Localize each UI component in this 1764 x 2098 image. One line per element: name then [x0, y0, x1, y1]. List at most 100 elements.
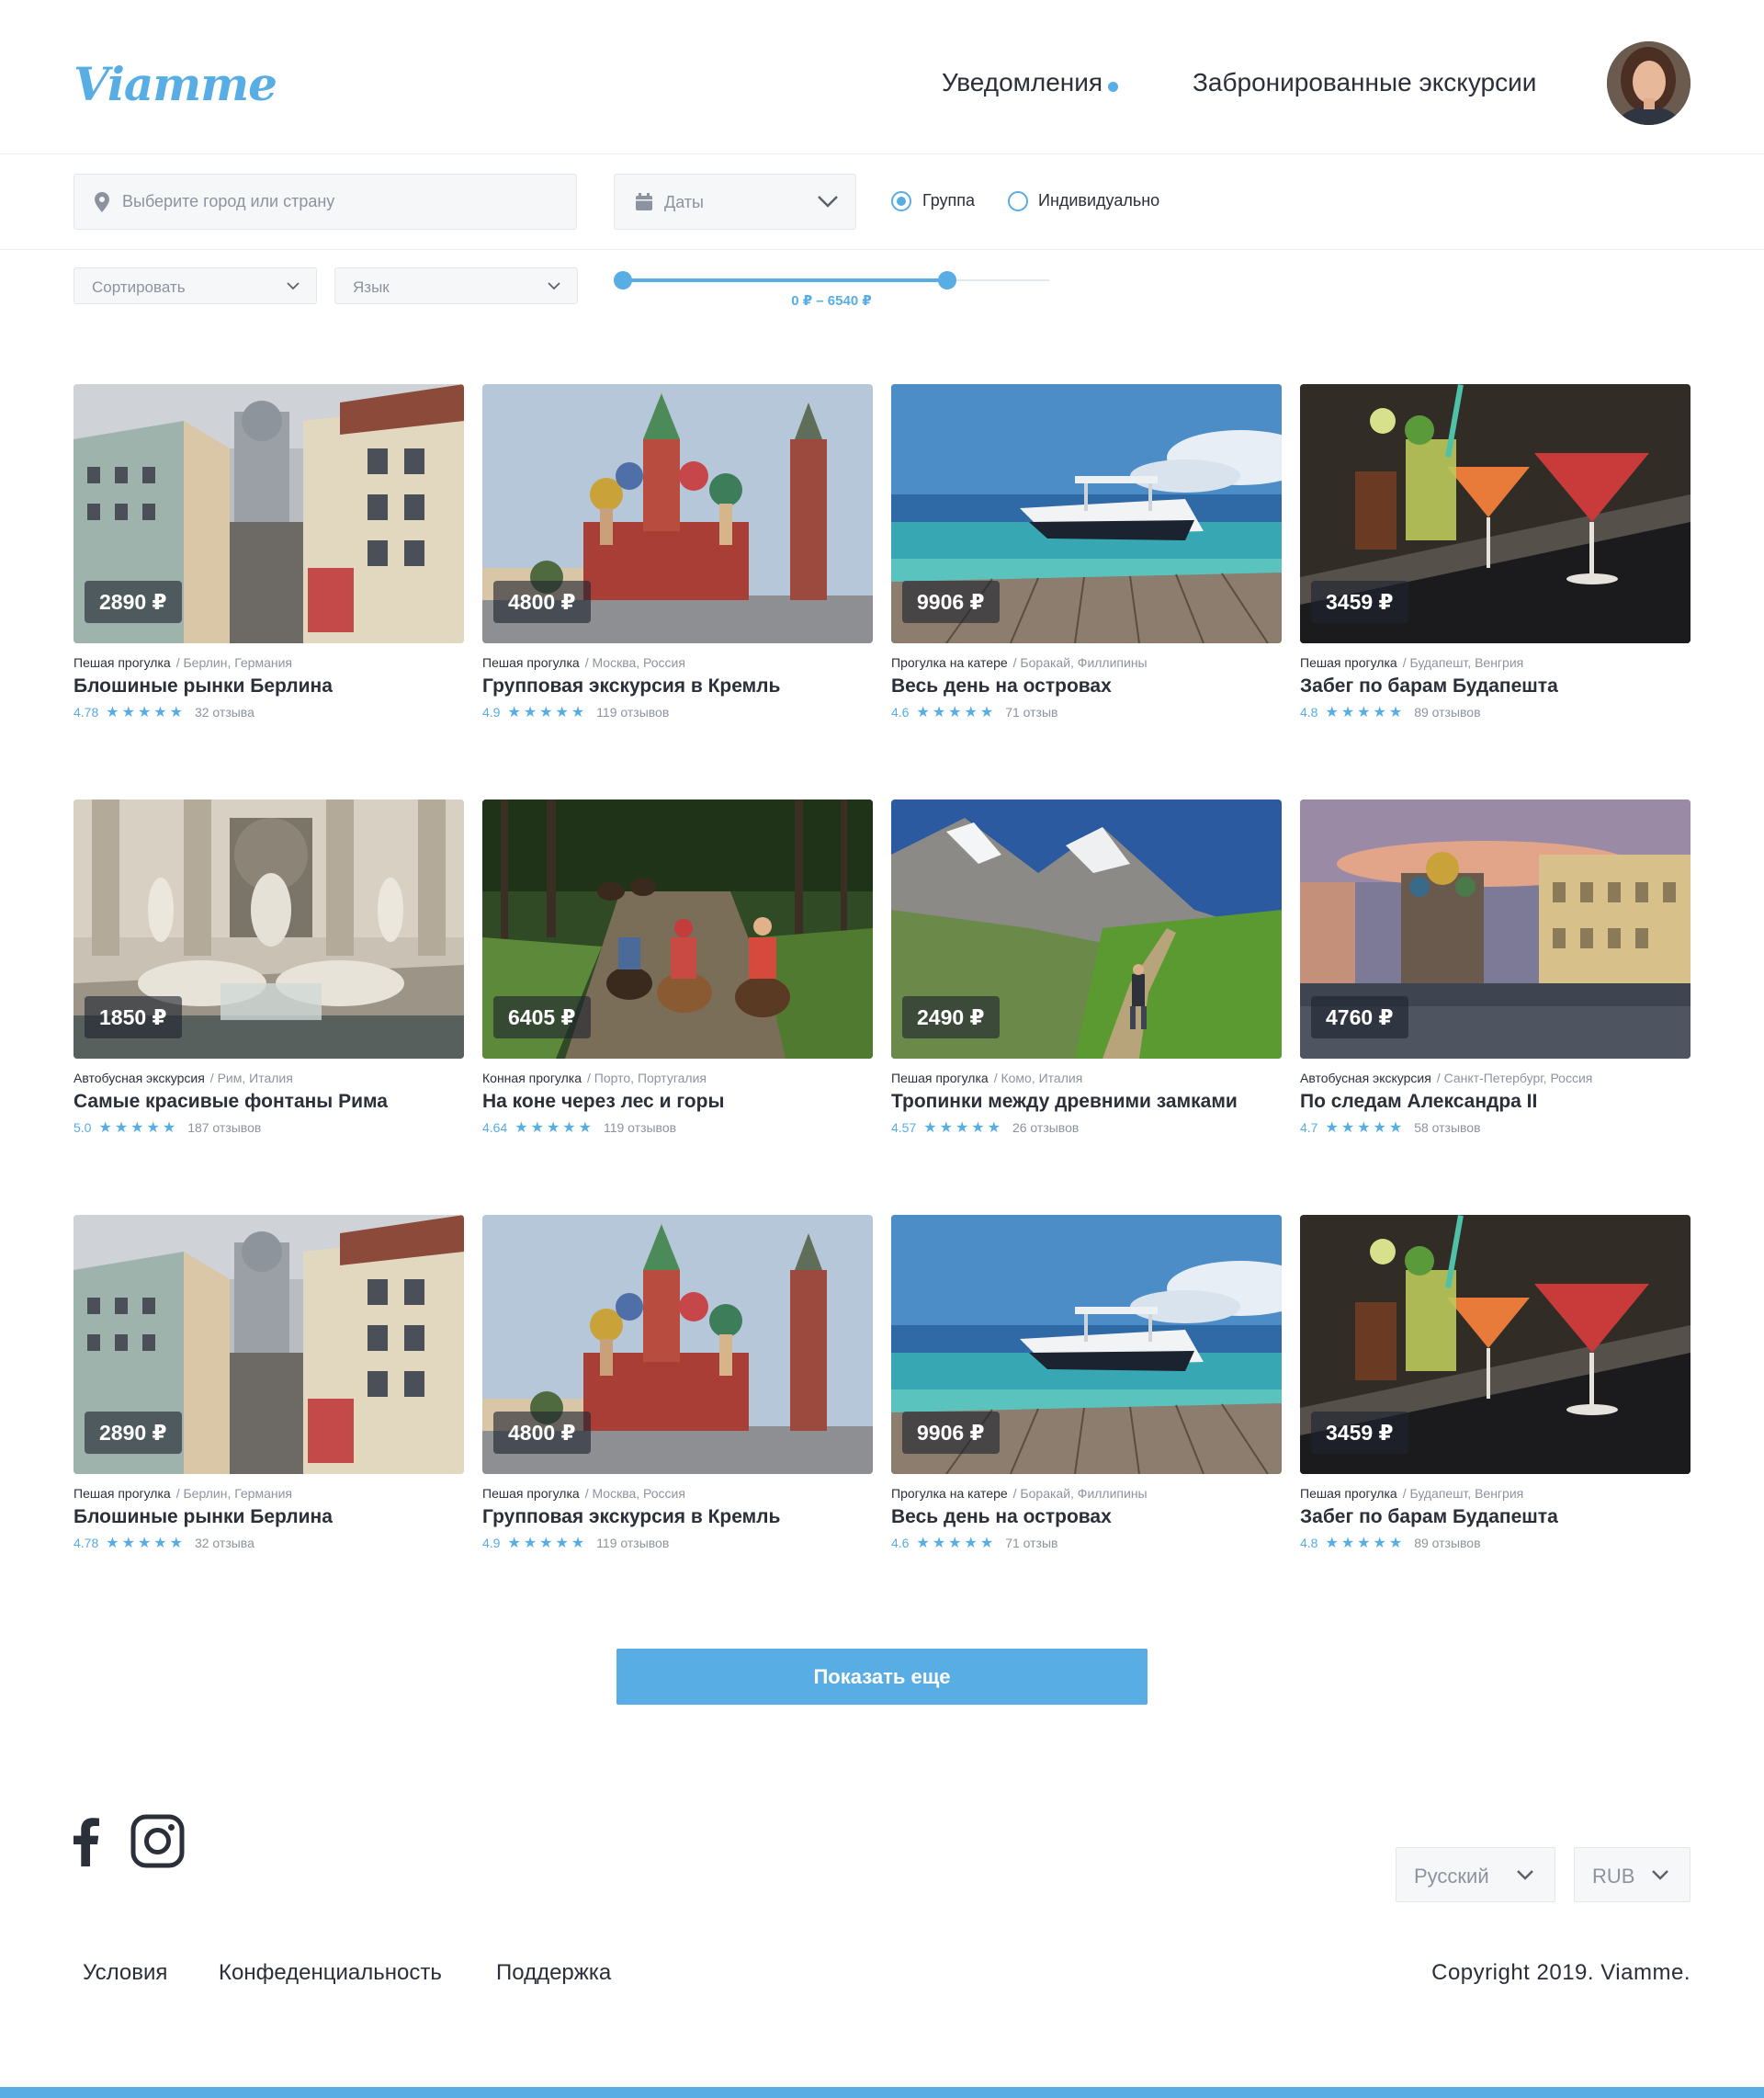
radio-group[interactable] — [891, 191, 911, 211]
review-count[interactable]: 26 отзывов — [1012, 1120, 1079, 1135]
footer-link-terms[interactable]: Условия — [83, 1960, 167, 1986]
avatar[interactable] — [1607, 41, 1690, 125]
sort-select[interactable]: Сортировать — [74, 267, 317, 304]
review-count[interactable]: 32 отзыва — [195, 1536, 254, 1550]
tour-image[interactable]: 2490 ₽ — [891, 800, 1282, 1059]
review-count[interactable]: 89 отзывов — [1414, 705, 1480, 720]
tour-image[interactable]: 4760 ₽ — [1300, 800, 1690, 1059]
footer-link-privacy[interactable]: Конфеденциальность — [219, 1960, 442, 1986]
dates-select[interactable]: Даты — [614, 174, 856, 230]
radio-group-label[interactable]: Группа — [922, 191, 975, 210]
tour-image[interactable]: 6405 ₽ — [482, 800, 873, 1059]
tour-rating: 4.9 ★★★★★ 119 отзывов — [482, 703, 669, 721]
price-slider-fill — [623, 278, 947, 282]
tour-title[interactable]: Тропинки между древними замками — [891, 1091, 1238, 1113]
tour-card[interactable]: 9906 ₽ Прогулка на катере / Боракай, Филли… — [891, 1215, 1282, 1551]
language-label: Язык — [353, 278, 390, 296]
show-more-button[interactable]: Показать еще — [616, 1649, 1148, 1705]
review-count[interactable]: 119 отзывов — [596, 705, 669, 720]
tour-card[interactable]: 3459 ₽ Пешая прогулка / Будапешт, Венгрия З… — [1300, 1215, 1690, 1551]
search-box[interactable] — [74, 174, 577, 230]
star-rating-icon: ★★★★★ — [923, 1120, 1003, 1136]
tour-image[interactable]: 1850 ₽ — [74, 800, 464, 1059]
facebook-icon[interactable] — [72, 1817, 99, 1866]
review-count[interactable]: 32 отзыва — [195, 705, 254, 720]
tour-title[interactable]: Самые красивые фонтаны Рима — [74, 1091, 388, 1113]
tour-rating: 4.8 ★★★★★ 89 отзывов — [1300, 1534, 1481, 1552]
tour-image[interactable]: 2890 ₽ — [74, 1215, 464, 1474]
tour-image[interactable]: 3459 ₽ — [1300, 384, 1690, 643]
tour-location: / Санкт-Петербург, Россия — [1436, 1071, 1593, 1085]
nav-notifications[interactable]: Уведомления — [942, 68, 1102, 97]
tour-title[interactable]: Блошиные рынки Берлина — [74, 675, 333, 697]
price-badge: 6405 ₽ — [493, 996, 591, 1038]
review-count[interactable]: 71 отзыв — [1005, 705, 1057, 720]
rating-value: 4.64 — [482, 1120, 508, 1135]
star-rating-icon: ★★★★★ — [916, 1536, 997, 1551]
rating-value: 5.0 — [74, 1120, 92, 1135]
footer-currency-select[interactable]: RUB — [1574, 1847, 1690, 1902]
price-badge: 3459 ₽ — [1311, 581, 1408, 623]
review-count[interactable]: 58 отзывов — [1414, 1120, 1480, 1135]
tour-image[interactable]: 2890 ₽ — [74, 384, 464, 643]
tour-image[interactable]: 3459 ₽ — [1300, 1215, 1690, 1474]
review-count[interactable]: 71 отзыв — [1005, 1536, 1057, 1550]
search-input[interactable] — [122, 175, 563, 229]
footer-language-select[interactable]: Русский — [1396, 1847, 1555, 1902]
tour-location: / Боракай, Филлипины — [1012, 1486, 1148, 1501]
review-count[interactable]: 119 отзывов — [596, 1536, 669, 1550]
tour-rating: 4.9 ★★★★★ 119 отзывов — [482, 1534, 669, 1552]
tour-image[interactable]: 9906 ₽ — [891, 384, 1282, 643]
logo[interactable]: Viamme — [74, 57, 277, 111]
tour-title[interactable]: На коне через лес и горы — [482, 1091, 724, 1113]
radio-individual[interactable] — [1008, 191, 1028, 211]
tour-title[interactable]: По следам Александра II — [1300, 1091, 1537, 1113]
tour-card[interactable]: 4760 ₽ Автобусная экскурсия / Санкт-Петерб… — [1300, 800, 1690, 1136]
rating-value: 4.57 — [891, 1120, 917, 1135]
review-count[interactable]: 119 отзывов — [604, 1120, 676, 1135]
price-slider-min-handle[interactable] — [614, 271, 632, 289]
price-slider-max-handle[interactable] — [937, 271, 956, 289]
tour-meta: Автобусная экскурсия / Санкт-Петербург, Р… — [1300, 1071, 1592, 1085]
star-rating-icon: ★★★★★ — [916, 705, 997, 720]
tour-type: Пешая прогулка — [1300, 655, 1397, 670]
tour-title[interactable]: Забег по барам Будапешта — [1300, 1506, 1558, 1528]
tour-title[interactable]: Групповая экскурсия в Кремль — [482, 675, 780, 697]
tour-card[interactable]: 4800 ₽ Пешая прогулка / Москва, Россия Груп… — [482, 384, 873, 720]
tour-type: Пешая прогулка — [482, 655, 580, 670]
tour-card[interactable]: 4800 ₽ Пешая прогулка / Москва, Россия Груп… — [482, 1215, 873, 1551]
tour-card[interactable]: 3459 ₽ Пешая прогулка / Будапешт, Венгрия З… — [1300, 384, 1690, 720]
tour-title[interactable]: Весь день на островах — [891, 675, 1112, 697]
tour-title[interactable]: Весь день на островах — [891, 1506, 1112, 1528]
footer-link-support[interactable]: Поддержка — [496, 1960, 611, 1986]
tour-image[interactable]: 9906 ₽ — [891, 1215, 1282, 1474]
instagram-icon[interactable] — [130, 1814, 185, 1868]
tour-type: Пешая прогулка — [74, 1486, 171, 1501]
star-rating-icon: ★★★★★ — [514, 1120, 594, 1136]
tour-location: / Берлин, Германия — [175, 655, 293, 670]
review-count[interactable]: 89 отзывов — [1414, 1536, 1480, 1550]
tour-title[interactable]: Забег по барам Будапешта — [1300, 675, 1558, 697]
price-badge: 2890 ₽ — [85, 1412, 182, 1454]
star-rating-icon: ★★★★★ — [98, 1120, 179, 1136]
tour-location: / Москва, Россия — [584, 655, 685, 670]
tour-card[interactable]: 9906 ₽ Прогулка на катере / Боракай, Филли… — [891, 384, 1282, 720]
radio-individual-label[interactable]: Индивидуально — [1038, 191, 1159, 210]
tour-card[interactable]: 6405 ₽ Конная прогулка / Порто, Португалия… — [482, 800, 873, 1136]
copyright: Copyright 2019. Viamme. — [1431, 1960, 1690, 1985]
tour-image[interactable]: 4800 ₽ — [482, 384, 873, 643]
language-select[interactable]: Язык — [334, 267, 578, 304]
rating-value: 4.8 — [1300, 705, 1318, 720]
tour-title[interactable]: Блошиные рынки Берлина — [74, 1506, 333, 1528]
tour-image[interactable]: 4800 ₽ — [482, 1215, 873, 1474]
tour-card[interactable]: 2890 ₽ Пешая прогулка / Берлин, Германия Бл… — [74, 1215, 464, 1551]
tour-card[interactable]: 2890 ₽ Пешая прогулка / Берлин, Германия Бл… — [74, 384, 464, 720]
tour-card[interactable]: 1850 ₽ Автобусная экскурсия / Рим, Италия С… — [74, 800, 464, 1136]
tour-card[interactable]: 2490 ₽ Пешая прогулка / Комо, Италия Тропин… — [891, 800, 1282, 1136]
review-count[interactable]: 187 отзывов — [187, 1120, 261, 1135]
nav-booked-tours[interactable]: Забронированные экскурсии — [1193, 68, 1536, 97]
footer-currency-label: RUB — [1592, 1865, 1635, 1888]
tour-title[interactable]: Групповая экскурсия в Кремль — [482, 1506, 780, 1528]
tour-meta: Пешая прогулка / Москва, Россия — [482, 1486, 685, 1501]
tour-location: / Комо, Италия — [993, 1071, 1083, 1085]
